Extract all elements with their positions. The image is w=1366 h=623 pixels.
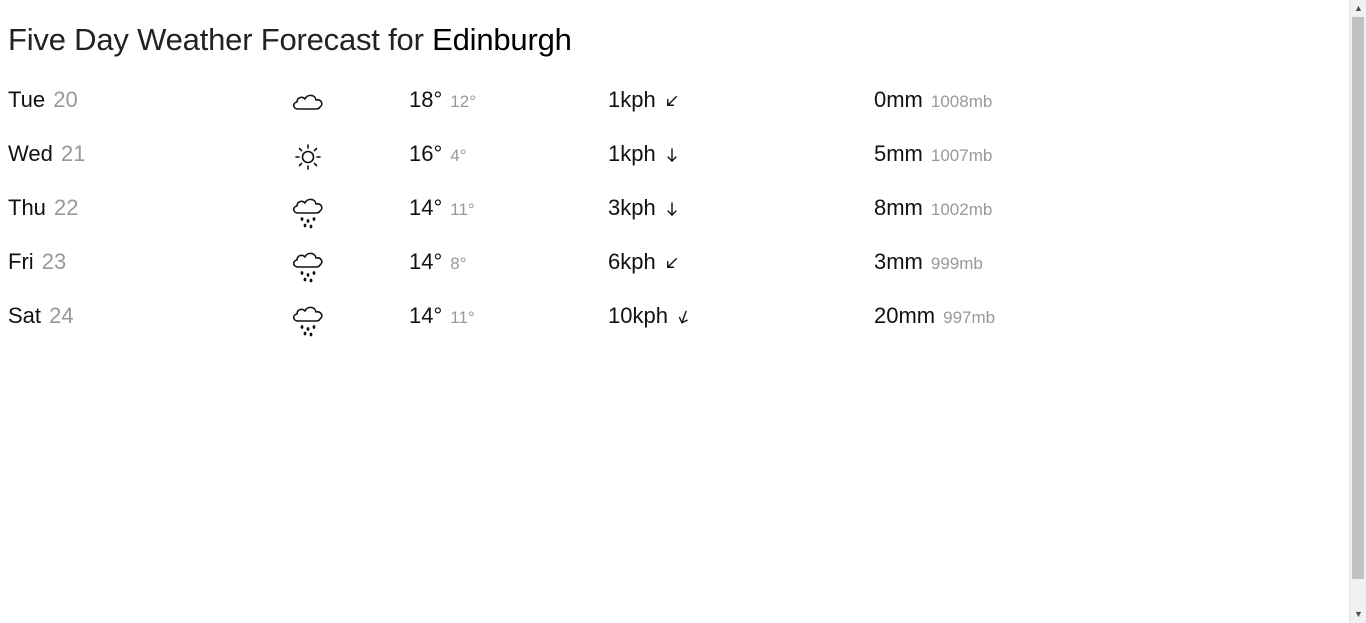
wind-direction-arrow-icon [656, 195, 680, 220]
pressure: 997mb [943, 308, 996, 327]
forecast-row: Wed 21 16° 4° 1kph 5mm 1007mb [0, 139, 1100, 193]
day-cell: Wed 21 [8, 139, 85, 169]
day-name: Fri [8, 249, 34, 274]
rainfall: 3mm [874, 249, 923, 274]
wind-speed: 1kph [608, 141, 656, 166]
high-temp: 14° [409, 249, 443, 274]
cloud-icon [290, 86, 326, 118]
wind-speed: 3kph [608, 195, 656, 220]
pressure: 1007mb [930, 146, 993, 165]
day-date: 21 [60, 141, 86, 166]
precipitation-cell: 20mm 997mb [874, 301, 995, 333]
precipitation-cell: 8mm 1002mb [874, 193, 992, 225]
title-prefix: Five Day Weather Forecast for [8, 22, 424, 57]
wind-cell: 10kph [608, 301, 692, 331]
low-temp: 4° [450, 146, 467, 165]
temperature-cell: 14° 11° [409, 193, 475, 225]
high-temp: 18° [409, 87, 443, 112]
wind-direction-arrow-icon [656, 87, 680, 112]
rainfall: 20mm [874, 303, 936, 328]
forecast-page: Five Day Weather Forecast for Edinburgh … [0, 0, 1349, 623]
scroll-thumb[interactable] [1352, 17, 1364, 579]
scroll-down-arrow-icon[interactable]: ▼ [1350, 606, 1366, 623]
day-cell: Sat 24 [8, 301, 74, 331]
city-name: Edinburgh [432, 22, 572, 57]
day-date: 22 [54, 195, 79, 220]
day-cell: Thu 22 [8, 193, 79, 223]
rainfall: 0mm [874, 87, 923, 112]
day-date: 24 [49, 303, 74, 328]
rainfall: 8mm [874, 195, 923, 220]
precipitation-cell: 0mm 1008mb [874, 85, 992, 117]
pressure: 1008mb [930, 92, 993, 111]
low-temp: 8° [450, 254, 467, 273]
day-cell: Fri 23 [8, 247, 66, 277]
forecast-row: Tue 20 18° 12° 1kph 0mm 1008mb [0, 85, 1100, 139]
high-temp: 16° [409, 141, 443, 166]
wind-direction-arrow-icon [668, 303, 692, 328]
wind-speed: 10kph [608, 303, 668, 328]
wind-direction-arrow-icon [656, 249, 680, 274]
wind-cell: 6kph [608, 247, 680, 277]
day-date: 20 [53, 87, 78, 112]
wind-cell: 1kph [608, 139, 680, 169]
page-title: Five Day Weather Forecast for Edinburgh [8, 22, 572, 58]
pressure: 999mb [930, 254, 983, 273]
forecast-row: Sat 24 14° 11° 10kph 20mm 997mb [0, 301, 1100, 355]
wind-direction-arrow-icon [656, 141, 680, 166]
high-temp: 14° [409, 303, 443, 328]
forecast-row: Fri 23 14° 8° 6kph 3mm 999mb [0, 247, 1100, 301]
day-name: Thu [8, 195, 46, 220]
wind-cell: 1kph [608, 85, 680, 115]
day-date: 23 [41, 249, 67, 274]
wind-cell: 3kph [608, 193, 680, 223]
vertical-scrollbar[interactable]: ▲ ▼ [1349, 0, 1366, 623]
temperature-cell: 14° 8° [409, 247, 467, 279]
sun-icon [290, 140, 326, 172]
precipitation-cell: 3mm 999mb [874, 247, 983, 279]
day-name: Sat [8, 303, 42, 328]
temperature-cell: 14° 11° [409, 301, 475, 333]
forecast-row: Thu 22 14° 11° 3kph 8mm 1002mb [0, 193, 1100, 247]
temperature-cell: 16° 4° [409, 139, 467, 171]
day-name: Wed [8, 141, 53, 166]
wind-speed: 6kph [608, 249, 656, 274]
low-temp: 12° [450, 92, 476, 111]
low-temp: 11° [450, 200, 475, 219]
precipitation-cell: 5mm 1007mb [874, 139, 992, 171]
wind-speed: 1kph [608, 87, 656, 112]
temperature-cell: 18° 12° [409, 85, 476, 117]
pressure: 1002mb [930, 200, 993, 219]
day-cell: Tue 20 [8, 85, 78, 115]
rainfall: 5mm [874, 141, 923, 166]
scroll-up-arrow-icon[interactable]: ▲ [1350, 0, 1366, 17]
day-name: Tue [8, 87, 46, 112]
low-temp: 11° [450, 308, 475, 327]
rain-cloud-icon [290, 248, 326, 283]
high-temp: 14° [409, 195, 443, 220]
rain-cloud-icon [290, 302, 326, 337]
rain-cloud-icon [290, 194, 326, 229]
